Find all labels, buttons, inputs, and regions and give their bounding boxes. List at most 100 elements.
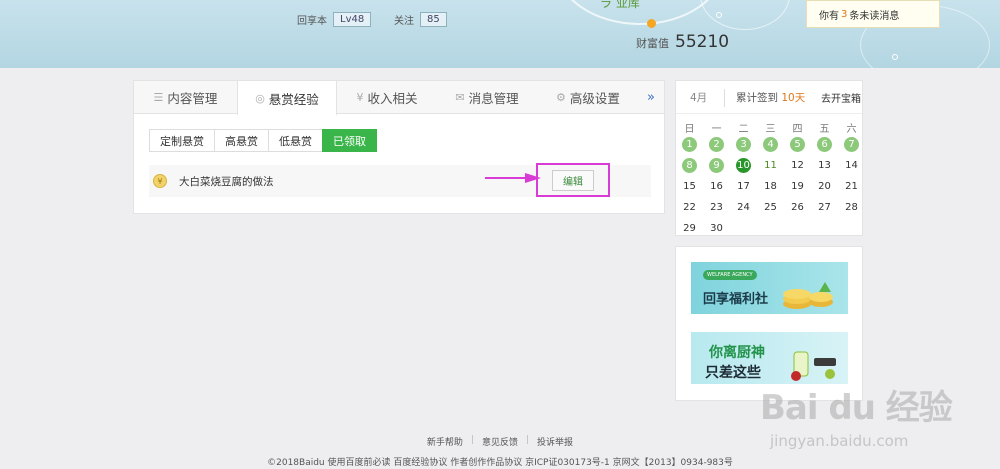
calendar-week: 15 16 17 18 19 20 21: [676, 176, 865, 197]
tab-bar: ☰ 内容管理 ◎ 悬赏经验 ¥ 收入相关 ✉ 消息管理 ⚙ 高级设置 »: [134, 81, 664, 115]
calendar-day-number: 19: [791, 181, 804, 192]
calendar-day-number: 2: [709, 137, 724, 152]
divider: |: [470, 435, 474, 445]
stat-follow[interactable]: 关注 85: [394, 12, 447, 27]
more-tabs-button[interactable]: »: [639, 81, 663, 114]
decor-dot: [716, 12, 722, 18]
subtab-low-reward[interactable]: 低悬赏: [268, 129, 323, 152]
edit-highlight-box: 编辑: [536, 163, 610, 197]
calendar-week: 8 9 10 11 12 13 14: [676, 155, 865, 176]
subtab-custom-reward[interactable]: 定制悬赏: [149, 129, 215, 152]
calendar-day: 27: [811, 197, 838, 218]
calendar-day: 30: [703, 218, 730, 239]
watermark-url: jingyan.baidu.com: [770, 432, 909, 450]
calendar-day: 15: [676, 176, 703, 197]
calendar-week: 29 30: [676, 218, 865, 239]
ad-line1: 你离厨神: [709, 345, 765, 361]
footer-link-help[interactable]: 新手帮助: [427, 435, 463, 448]
decor-circle: [700, 0, 790, 30]
decor-circle: [555, 0, 725, 25]
calendar-day-number: 5: [790, 137, 805, 152]
calendar-empty-cell: [811, 218, 838, 239]
calendar-day: 9: [703, 155, 730, 176]
calendar-day-number: 23: [710, 202, 723, 213]
calendar-day: 23: [703, 197, 730, 218]
calendar-day: 20: [811, 176, 838, 197]
gold-coins-icon: [783, 282, 833, 309]
reward-coin-icon: ¥: [153, 174, 167, 188]
calendar-day-number: 28: [845, 202, 858, 213]
edit-button[interactable]: 编辑: [552, 169, 594, 191]
msg-suffix: 条未读消息: [849, 10, 900, 22]
ad-title: 回享福利社: [703, 292, 769, 307]
arrow-annotation-icon: [485, 173, 541, 183]
calendar-day: 5: [784, 134, 811, 155]
divider: [724, 89, 725, 107]
tab-reward-experience[interactable]: ◎ 悬赏经验: [237, 81, 337, 115]
stat-label: 关注: [394, 16, 414, 27]
calendar-header: 4月 累计签到 10天 去开宝箱: [676, 81, 862, 114]
calendar-day: 16: [703, 176, 730, 197]
footer-link-report[interactable]: 投诉举报: [537, 435, 573, 448]
subtab-high-reward[interactable]: 高悬赏: [214, 129, 269, 152]
calendar-day-number: 16: [710, 181, 723, 192]
calendar-day-number: 4: [763, 137, 778, 152]
ad-panel: WELFARE AGENCY 回享福利社 你离厨神 只差这些: [675, 246, 863, 401]
footer-link-feedback[interactable]: 意见反馈: [482, 435, 518, 448]
tab-message-manage[interactable]: ✉ 消息管理: [437, 81, 537, 114]
calendar-month: 4月: [690, 91, 708, 104]
tab-label: 收入相关: [367, 91, 418, 106]
calendar-day: 19: [784, 176, 811, 197]
chef-ad-banner[interactable]: 你离厨神 只差这些: [691, 332, 848, 384]
kitchen-tools-icon: [791, 351, 836, 381]
subtab-claimed[interactable]: 已领取: [322, 129, 377, 152]
wealth: 财富值 55210: [636, 32, 729, 52]
calendar-day-number: 17: [737, 181, 750, 192]
calendar-day: 4: [757, 134, 784, 155]
ad-line2: 只差这些: [705, 365, 761, 381]
calendar-day-number: 15: [683, 181, 696, 192]
stat-value: Lv48: [333, 12, 372, 27]
tab-advanced-settings[interactable]: ⚙ 高级设置: [537, 81, 639, 114]
tab-label: 高级设置: [569, 91, 620, 106]
msg-prefix: 你有: [819, 10, 839, 22]
tab-label: 内容管理: [167, 91, 218, 106]
calendar-day-number: 27: [818, 202, 831, 213]
divider: |: [526, 435, 530, 445]
calendar-day: 29: [676, 218, 703, 239]
profile-banner: ラ 业库 回享本 Lv48 关注 85 财富值 55210 你有 3 条未读消息: [0, 0, 1000, 68]
tab-label: 悬赏经验: [268, 91, 319, 107]
ad-tag: WELFARE AGENCY: [703, 270, 757, 280]
item-title[interactable]: 大白菜烧豆腐的做法: [179, 174, 274, 189]
open-treasure-link[interactable]: 去开宝箱: [821, 90, 861, 105]
calendar-day: 1: [676, 134, 703, 155]
tab-content-manage[interactable]: ☰ 内容管理: [134, 81, 237, 114]
calendar-day-number: 7: [844, 137, 859, 152]
sign-days: 10天: [781, 91, 806, 104]
subtab-bar: 定制悬赏 高悬赏 低悬赏 已领取: [149, 129, 377, 152]
sign-in-calendar: 4月 累计签到 10天 去开宝箱 日一二三四五六 1 2 3 4 5 6 7 8 9 10 11 12…: [675, 80, 863, 236]
tab-income[interactable]: ¥ 收入相关: [337, 81, 437, 114]
calendar-day: 10: [730, 155, 757, 176]
calendar-day-number: 21: [845, 181, 858, 192]
welfare-ad-banner[interactable]: WELFARE AGENCY 回享福利社: [691, 262, 848, 314]
calendar-day: 11: [757, 155, 784, 176]
calendar-day-number: 24: [737, 202, 750, 213]
gear-icon: ⚙: [556, 91, 566, 104]
calendar-day-number: 1: [682, 137, 697, 152]
sign-count: 累计签到 10天: [736, 90, 805, 105]
calendar-grid: 1 2 3 4 5 6 7 8 9 10 11 12 13 14 15 16 17 18 19 20 21 22 23 24 2…: [676, 134, 865, 239]
calendar-day: 6: [811, 134, 838, 155]
watermark-logo: Bai du 经验: [760, 388, 953, 428]
calendar-day: 26: [784, 197, 811, 218]
calendar-day-number: 20: [818, 181, 831, 192]
decor-dot: [892, 54, 898, 60]
wealth-value: 55210: [675, 32, 730, 52]
calendar-empty-cell: [757, 218, 784, 239]
calendar-week: 1234567: [676, 134, 865, 155]
wealth-label: 财富值: [636, 37, 669, 50]
unread-message-notice[interactable]: 你有 3 条未读消息: [806, 0, 940, 28]
calendar-day: 24: [730, 197, 757, 218]
calendar-day: 18: [757, 176, 784, 197]
calendar-day: 14: [838, 155, 865, 176]
